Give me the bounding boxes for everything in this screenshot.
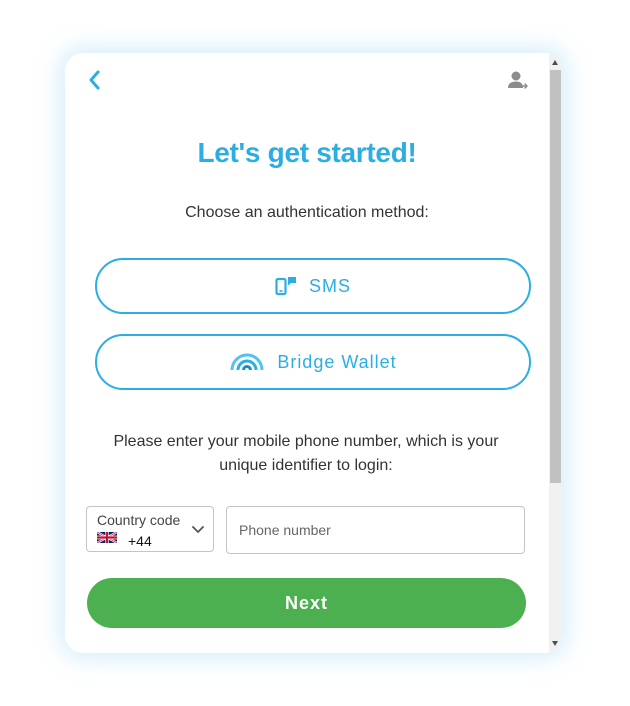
phone-number-input[interactable] [226,506,525,554]
sms-phone-icon [275,276,297,296]
chevron-left-icon [89,70,100,90]
bridge-wallet-method-label: Bridge Wallet [277,351,397,372]
phone-instructions: Please enter your mobile phone number, w… [113,433,499,474]
scroll-down-arrow-icon[interactable] [552,641,558,646]
chevron-down-icon [192,526,204,533]
next-button[interactable]: Next [87,578,526,628]
country-code-value: +44 [128,533,152,549]
scrollbar[interactable] [549,53,562,653]
auth-method-prompt: Choose an authentication method: [185,204,429,221]
sms-method-label: SMS [308,275,351,296]
bridge-wallet-method-button[interactable]: Bridge Wallet [95,334,531,390]
country-code-label: Country code [97,512,181,528]
scrollbar-thumb[interactable] [550,70,561,483]
uk-flag-icon [97,532,117,543]
back-button[interactable] [83,67,107,93]
user-account-icon [508,71,528,89]
scroll-up-arrow-icon[interactable] [552,60,558,65]
page-title: Let's get started! [197,137,417,168]
bridge-wallet-icon [229,353,265,371]
country-code-select[interactable]: Country code +44 [86,506,214,552]
auth-card: Let's get started! Choose an authenticat… [65,53,562,653]
account-button[interactable] [506,69,532,93]
sms-method-button[interactable]: SMS [95,258,531,314]
